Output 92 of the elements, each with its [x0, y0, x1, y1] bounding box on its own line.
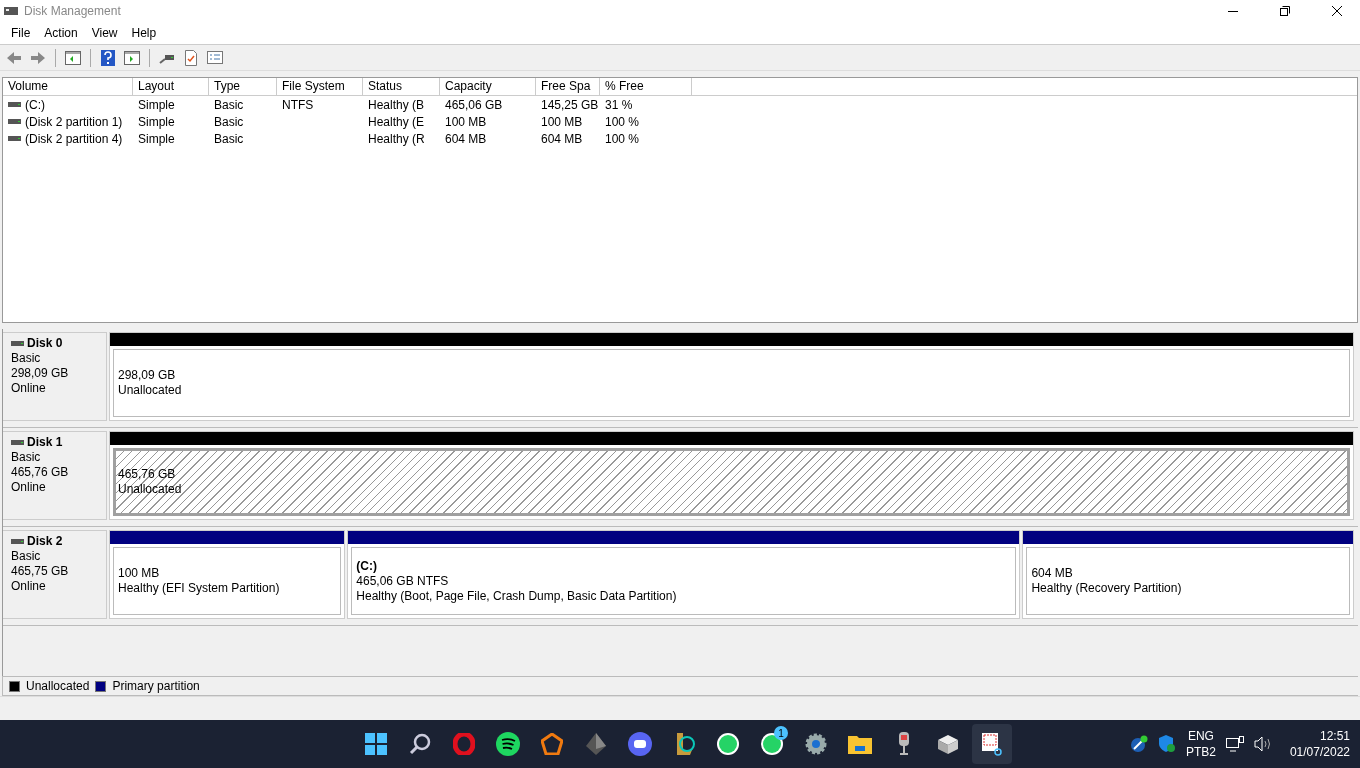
table-cell: (Disk 2 partition 1) — [25, 114, 123, 129]
message-app-button[interactable]: 1 — [752, 724, 792, 764]
drive-icon — [8, 101, 21, 108]
column-header[interactable]: Capacity — [440, 78, 536, 96]
table-cell: Basic — [214, 97, 244, 112]
partition-status: Healthy (Boot, Page File, Crash Dump, Basic Data Partition) — [356, 588, 678, 604]
table-cell: (Disk 2 partition 4) — [25, 131, 123, 146]
windows-grid-icon — [365, 733, 387, 755]
partition-block[interactable]: 298,09 GB Unallocated — [109, 332, 1354, 421]
drive-icon — [8, 118, 21, 125]
partition-status: Unallocated — [118, 383, 183, 398]
table-cell: 465,06 GB — [445, 97, 503, 112]
column-header[interactable]: Free Spa — [536, 78, 600, 96]
plug-icon[interactable] — [1129, 735, 1148, 753]
disk-status: Online — [11, 381, 47, 396]
partition-size: 100 MB — [118, 566, 161, 581]
drive-icon — [8, 135, 21, 142]
table-cell: Simple — [138, 97, 175, 112]
disk-name: Disk 2 — [27, 534, 63, 549]
disk-info-panel[interactable]: Disk 2 Basic 465,75 GB Online — [3, 530, 107, 619]
partition-block[interactable]: 604 MB Healthy (Recovery Partition) — [1022, 530, 1354, 619]
legend-label: Unallocated — [26, 679, 90, 693]
disk-name: Disk 0 — [27, 336, 63, 351]
legend-label: Primary partition — [112, 679, 200, 693]
table-cell: Healthy (B — [368, 97, 425, 112]
keyboard-layout[interactable]: PTB2 — [1185, 744, 1216, 760]
table-cell: 31 % — [605, 97, 633, 112]
close-icon — [1332, 6, 1342, 16]
disk-status: Online — [11, 480, 47, 495]
window-title: Disk Management — [24, 4, 122, 18]
column-header[interactable]: Type — [209, 78, 277, 96]
network-icon[interactable] — [1225, 736, 1244, 752]
disk-app-icon — [4, 5, 18, 17]
disk-type: Basic — [11, 549, 42, 564]
disk-size: 465,76 GB — [11, 465, 70, 480]
disk-size: 465,75 GB — [11, 564, 70, 579]
drive-icon — [11, 538, 24, 545]
partition-size: 465,76 GB — [118, 467, 177, 482]
drive-icon — [11, 340, 24, 347]
language-indicator[interactable]: ENG — [1187, 728, 1214, 744]
partition-block[interactable]: (C:) 465,06 GB NTFS Healthy (Boot, Page File, Crash Dump, Basic Data Partition) — [347, 530, 1021, 619]
disk-name: Disk 1 — [27, 435, 63, 450]
notification-badge: 1 — [774, 726, 788, 740]
column-header[interactable]: % Free — [600, 78, 692, 96]
table-cell: Basic — [214, 131, 244, 146]
table-cell: Basic — [214, 114, 244, 129]
column-header[interactable]: Layout — [133, 78, 209, 96]
disk-info-panel[interactable]: Disk 0 Basic 298,09 GB Online — [3, 332, 107, 421]
disk-size: 298,09 GB — [11, 366, 70, 381]
table-cell: 100 % — [605, 114, 640, 129]
partition-size: 298,09 GB — [118, 368, 177, 383]
column-header[interactable]: Status — [363, 78, 440, 96]
disk-type: Basic — [11, 351, 42, 366]
menu-item[interactable]: View — [84, 24, 125, 42]
disk-info-panel[interactable]: Disk 1 Basic 465,76 GB Online — [3, 431, 107, 520]
table-cell: NTFS — [282, 97, 314, 112]
menu-item[interactable]: Help — [124, 24, 164, 42]
help-button[interactable] — [98, 47, 118, 68]
clock-time[interactable]: 12:51 — [1319, 728, 1350, 744]
table-cell: 100 % — [605, 131, 640, 146]
table-cell: Simple — [138, 131, 175, 146]
table-cell: 100 MB — [541, 114, 583, 129]
table-cell: (C:) — [25, 97, 45, 112]
restore-icon — [1280, 6, 1290, 16]
table-cell: 100 MB — [445, 114, 487, 129]
partition-size: 465,06 GB NTFS — [356, 573, 450, 589]
partition-label: (C:) — [356, 558, 378, 574]
partition-status: Healthy (EFI System Partition) — [118, 581, 281, 596]
menu-item[interactable]: Action — [37, 24, 85, 42]
table-cell: Simple — [138, 114, 175, 129]
table-cell: 604 MB — [445, 131, 487, 146]
partition-status: Healthy (Recovery Partition) — [1031, 581, 1183, 596]
partition-block[interactable]: 465,76 GB Unallocated — [109, 431, 1354, 520]
search-icon — [409, 733, 431, 755]
disk-type: Basic — [11, 450, 42, 465]
disk-status: Online — [11, 579, 47, 594]
drive-icon — [11, 439, 24, 446]
partition-status: Unallocated — [118, 482, 183, 497]
clock-date[interactable]: 01/07/2022 — [1289, 744, 1350, 760]
speaker-icon[interactable] — [1253, 736, 1272, 752]
column-header[interactable]: File System — [277, 78, 363, 96]
table-cell: 145,25 GB — [541, 97, 599, 112]
table-cell: 604 MB — [541, 131, 583, 146]
menu-item[interactable]: File — [4, 24, 38, 42]
partition-block[interactable]: 100 MB Healthy (EFI System Partition) — [109, 530, 346, 619]
partition-size: 604 MB — [1031, 566, 1074, 581]
table-cell: Healthy (E — [368, 114, 425, 129]
snipping-tool-icon[interactable] — [972, 724, 1012, 764]
minimize-icon — [1228, 10, 1238, 12]
shield-icon[interactable] — [1157, 735, 1176, 753]
column-header[interactable]: Volume — [3, 78, 133, 96]
table-cell: Healthy (R — [368, 131, 425, 146]
